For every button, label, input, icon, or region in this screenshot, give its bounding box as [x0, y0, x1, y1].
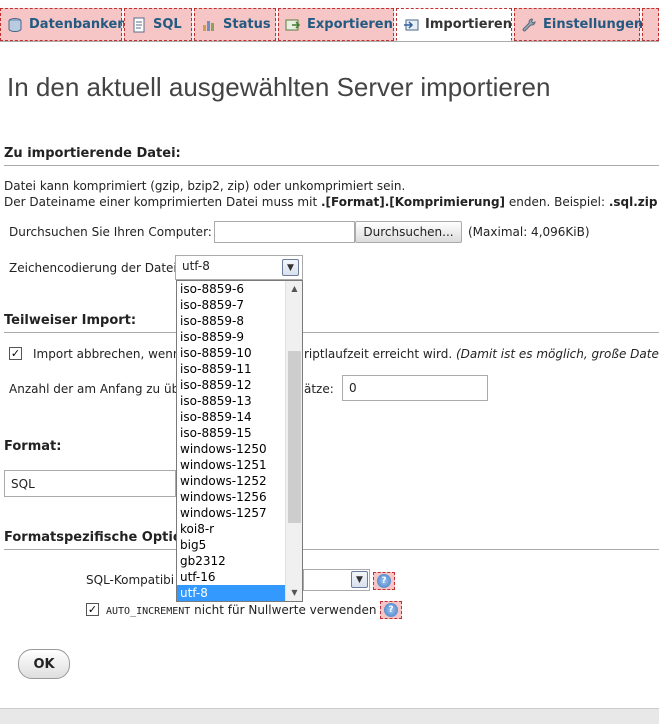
charset-option[interactable]: iso-8859-6	[177, 281, 285, 297]
charset-option[interactable]: iso-8859-7	[177, 297, 285, 313]
charset-option[interactable]: iso-8859-14	[177, 409, 285, 425]
tab-export-label: Exportieren	[307, 17, 393, 32]
tab-export[interactable]: Exportieren	[278, 8, 394, 41]
dropdown-scrollbar[interactable]: ▲ ▼	[285, 281, 302, 601]
filename-info-c: enden. Beispiel:	[505, 195, 609, 209]
auto-increment-text: nicht für Nullwerte verwenden	[190, 603, 377, 617]
abort-import-label-mid: riptlaufzeit erreicht wird.	[304, 347, 456, 361]
tab-sql[interactable]: SQL	[124, 8, 192, 41]
charset-option[interactable]: utf-8	[177, 585, 285, 601]
charset-option[interactable]: iso-8859-11	[177, 361, 285, 377]
charset-option[interactable]: windows-1252	[177, 473, 285, 489]
filename-info: Der Dateiname einer komprimierten Datei …	[4, 195, 657, 209]
charset-option[interactable]: iso-8859-10	[177, 345, 285, 361]
format-select[interactable]: SQL	[4, 470, 176, 497]
page-title: In den aktuell ausgewählten Server impor…	[7, 72, 551, 102]
charset-option[interactable]: koi8-r	[177, 521, 285, 537]
auto-increment-checkbox[interactable]: ✓	[86, 603, 99, 616]
charset-option[interactable]: windows-1257	[177, 505, 285, 521]
scroll-down-icon[interactable]: ▼	[286, 585, 302, 601]
database-icon	[8, 17, 22, 32]
tab-settings-label: Einstellungen	[543, 17, 644, 32]
auto-increment-help[interactable]: ?	[380, 601, 402, 619]
tab-status-label: Status	[223, 17, 271, 32]
filename-info-a: Der Dateiname einer komprimierten Datei …	[4, 195, 321, 209]
status-chart-icon	[203, 20, 214, 31]
abort-import-label-end: riptlaufzeit erreicht wird. (Damit ist e…	[304, 347, 659, 361]
import-icon	[404, 19, 419, 30]
charset-label: Zeichencodierung der Datei:	[9, 261, 181, 275]
sql-document-icon	[133, 17, 145, 32]
tab-overflow[interactable]	[642, 8, 659, 41]
skip-rows-label-start: Anzahl der am Anfang zu übe	[9, 382, 187, 396]
sql-compat-select-arrow[interactable]: ▼	[351, 571, 368, 588]
ok-button[interactable]: OK	[18, 649, 70, 679]
wrench-icon	[522, 17, 536, 31]
charset-option[interactable]: windows-1250	[177, 441, 285, 457]
chevron-down-icon: ▼	[356, 574, 363, 585]
charset-option[interactable]: iso-8859-15	[177, 425, 285, 441]
tab-databases-label: Datenbanken	[29, 17, 127, 32]
file-section-heading: Zu importierende Datei:	[4, 146, 659, 166]
abort-import-checkbox[interactable]: ✓	[9, 347, 22, 360]
tab-import[interactable]: Importieren	[396, 8, 512, 41]
compression-info: Datei kann komprimiert (gzip, bzip2, zip…	[4, 179, 406, 193]
browse-button[interactable]: Durchsuchen...	[355, 221, 462, 243]
charset-options: iso-8859-6 iso-8859-7 iso-8859-8 iso-8859-9…	[177, 281, 285, 601]
main-tab-bar: Datenbanken SQL Status Exportieren Impor…	[0, 0, 659, 42]
scrollbar-thumb[interactable]	[288, 351, 301, 523]
export-icon	[285, 19, 301, 30]
format-options-heading: Formatspezifische Optio	[4, 530, 659, 550]
charset-option[interactable]: utf-16	[177, 569, 285, 585]
charset-option[interactable]: windows-1256	[177, 489, 285, 505]
help-icon: ?	[384, 603, 398, 617]
format-section-heading: Format:	[4, 439, 62, 454]
charset-option[interactable]: iso-8859-8	[177, 313, 285, 329]
footer-bar	[0, 708, 659, 724]
charset-option[interactable]: big5	[177, 537, 285, 553]
file-path-input[interactable]	[214, 221, 355, 243]
abort-import-hint: (Damit ist es möglich, große Dateien	[455, 347, 659, 361]
charset-select-arrow[interactable]: ▼	[282, 259, 299, 276]
charset-option[interactable]: iso-8859-13	[177, 393, 285, 409]
charset-option[interactable]: windows-1251	[177, 457, 285, 473]
format-select-value: SQL	[11, 477, 35, 491]
skip-rows-label-end: ätze:	[304, 382, 334, 396]
browse-label: Durchsuchen Sie Ihren Computer:	[9, 225, 212, 239]
tab-sql-label: SQL	[153, 17, 182, 32]
charset-option[interactable]: iso-8859-12	[177, 377, 285, 393]
sql-compat-help[interactable]: ?	[373, 572, 395, 590]
skip-rows-input[interactable]: 0	[342, 375, 488, 401]
auto-increment-label: AUTO_INCREMENT nicht für Nullwerte verwe…	[106, 603, 376, 617]
tab-settings[interactable]: Einstellungen	[514, 8, 644, 41]
max-size-label: (Maximal: 4,096KiB)	[468, 225, 590, 239]
auto-increment-code: AUTO_INCREMENT	[106, 606, 191, 617]
help-icon: ?	[377, 574, 391, 588]
tab-import-label: Importieren	[425, 17, 513, 32]
filename-info-format: .[Format].[Komprimierung]	[320, 195, 506, 209]
tab-status[interactable]: Status	[194, 8, 276, 41]
sql-compat-label: SQL-Kompatibi	[86, 573, 175, 587]
abort-import-label-start: Import abbrechen, wenn	[33, 347, 181, 361]
scroll-up-icon[interactable]: ▲	[286, 281, 302, 297]
charset-select-value: utf-8	[182, 259, 210, 273]
partial-section-heading: Teilweiser Import:	[4, 313, 659, 333]
filename-info-example: .sql.zip	[608, 195, 658, 209]
charset-option[interactable]: iso-8859-9	[177, 329, 285, 345]
chevron-down-icon: ▼	[287, 262, 294, 273]
charset-dropdown-list[interactable]: iso-8859-6 iso-8859-7 iso-8859-8 iso-8859-9…	[176, 280, 303, 602]
charset-option[interactable]: gb2312	[177, 553, 285, 569]
tab-databases[interactable]: Datenbanken	[0, 8, 127, 41]
